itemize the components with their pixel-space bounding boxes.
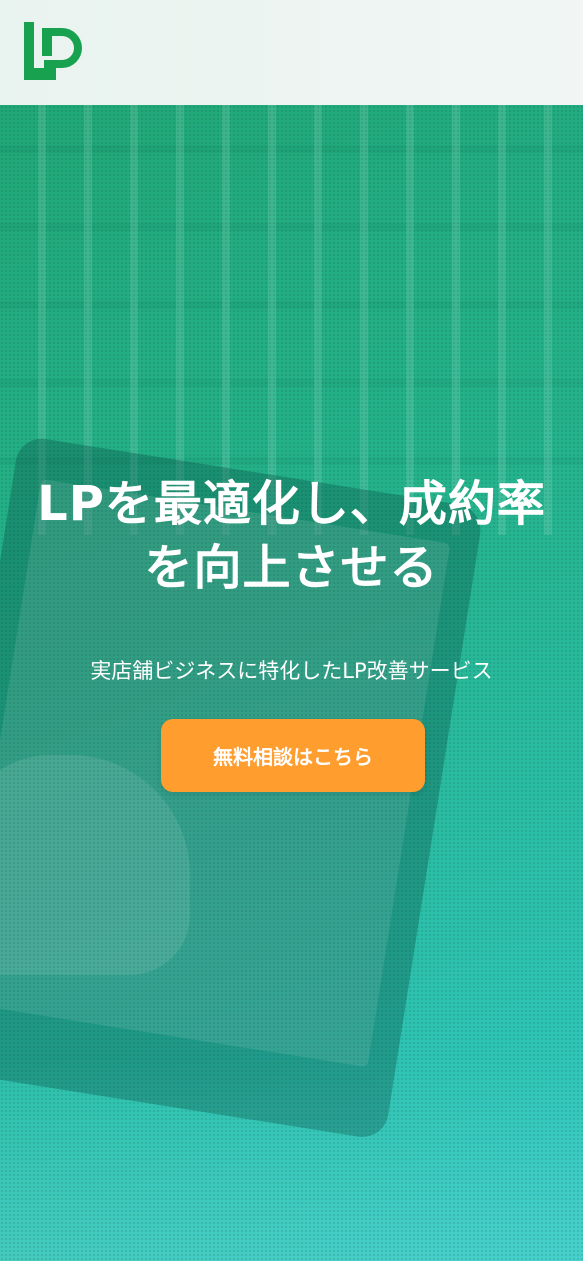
site-header (0, 0, 583, 105)
logo-link[interactable] (22, 20, 86, 82)
page: LPを最適化し、成約率を向上させる 実店舗ビジネスに特化したLP改善サービス 無… (0, 0, 583, 1261)
hero-subcopy: 実店舗ビジネスに特化したLP改善サービス (90, 659, 493, 683)
hero-section: LPを最適化し、成約率を向上させる 実店舗ビジネスに特化したLP改善サービス 無… (0, 105, 583, 1261)
lp-logo-icon (24, 22, 82, 80)
free-consultation-button[interactable]: 無料相談はこちら (161, 719, 425, 792)
hero-headline: LPを最適化し、成約率を向上させる (37, 476, 546, 596)
